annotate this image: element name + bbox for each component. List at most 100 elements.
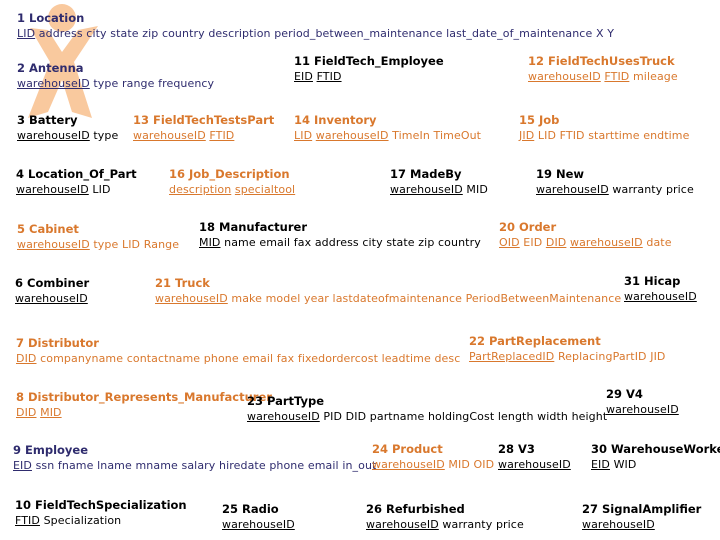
entity-attributes: warehouseID FTID mileage <box>528 69 678 84</box>
entity-attributes: warehouseID type LID Range <box>17 237 179 252</box>
key-attribute: specialtool <box>234 183 296 196</box>
entity-title: 15 Job <box>519 113 560 127</box>
entity-attributes: warehouseID <box>624 289 697 304</box>
attribute: width <box>537 410 568 423</box>
attribute: frequency <box>158 77 215 90</box>
key-attribute: warehouseID <box>247 410 320 423</box>
attribute: endtime <box>643 129 690 142</box>
key-attribute: warehouseID <box>582 518 655 531</box>
entity-location-of-part: 4 Location_Of_Part warehouseID LID <box>16 167 137 197</box>
entity-attributes: warehouseID FTID <box>133 128 274 143</box>
attribute: warranty <box>442 518 493 531</box>
entity-title: 25 Radio <box>222 502 279 516</box>
key-attribute: warehouseID <box>606 403 679 416</box>
entity-title: 10 FieldTechSpecialization <box>15 498 187 512</box>
attribute: WID <box>613 458 637 471</box>
entity-attributes: warehouseID <box>222 517 295 532</box>
entity-new: 19 New warehouseID warranty price <box>536 167 694 197</box>
entity-truck: 21 Truck warehouseID make model year last… <box>155 276 621 306</box>
entity-warehouse-worker: 30 WarehouseWorker EID WID <box>591 442 720 472</box>
entity-refurbished: 26 Refurbished warehouseID warranty price <box>366 502 524 532</box>
entity-title: 21 Truck <box>155 276 210 290</box>
key-attribute: warehouseID <box>17 129 90 142</box>
key-attribute: MID <box>40 406 62 419</box>
entity-title: 31 Hicap <box>624 274 681 288</box>
attribute: MID <box>466 183 488 196</box>
attribute: warranty <box>612 183 663 196</box>
attribute: Range <box>143 238 180 251</box>
attribute: range <box>121 77 155 90</box>
entity-attributes: JID LID FTID starttime endtime <box>519 128 689 143</box>
key-attribute: warehouseID <box>17 77 90 90</box>
key-attribute: FTID <box>209 129 235 142</box>
entity-distributor: 7 Distributor DID companyname contactname… <box>16 336 460 366</box>
entity-attributes: warehouseID <box>606 402 679 417</box>
entity-title: 28 V3 <box>498 442 535 456</box>
entity-fieldtech-uses-truck: 12 FieldTechUsesTruck warehouseID FTID mi… <box>528 54 678 84</box>
entity-title: 14 Inventory <box>294 113 377 127</box>
entity-part-type: 23 PartType warehouseID PID DID partname … <box>247 394 607 424</box>
key-attribute: description <box>169 183 232 196</box>
attribute: mileage <box>632 70 678 83</box>
entity-attributes: PartReplacedID ReplacingPartID JID <box>469 349 666 364</box>
entity-attributes: warehouseID warranty price <box>536 182 694 197</box>
attribute: DID <box>345 410 367 423</box>
key-attribute: warehouseID <box>15 292 88 305</box>
key-attribute: FTID <box>15 514 40 527</box>
entity-manufacturer: 18 Manufacturer MID name email fax addres… <box>199 220 481 250</box>
attribute: make <box>231 292 262 305</box>
attribute: mname <box>135 459 178 472</box>
entity-title: 20 Order <box>499 220 557 234</box>
attribute: zip <box>418 236 435 249</box>
entity-part-replacement: 22 PartReplacement PartReplacedID Replaci… <box>469 334 666 364</box>
entity-v3: 28 V3 warehouseID <box>498 442 571 472</box>
entity-title: 19 New <box>536 167 585 181</box>
attribute: contactname <box>126 352 201 365</box>
entity-hicap: 31 Hicap warehouseID <box>624 274 697 304</box>
attribute: fax <box>293 236 312 249</box>
key-attribute: warehouseID <box>222 518 295 531</box>
attribute: state <box>386 236 415 249</box>
attribute: hiredate <box>219 459 266 472</box>
attribute: country <box>161 27 205 40</box>
attribute: address <box>38 27 83 40</box>
entity-product: 24 Product warehouseID MID OID <box>372 442 494 472</box>
entity-inventory: 14 Inventory LID warehouseID TimeIn TimeO… <box>294 113 481 143</box>
entity-employee: 9 Employee EID ssn fname lname mname sala… <box>13 443 376 473</box>
attribute: state <box>110 27 139 40</box>
attribute: MID <box>448 458 470 471</box>
entity-radio: 25 Radio warehouseID <box>222 502 295 532</box>
entity-attributes: warehouseID MID <box>390 182 488 197</box>
entity-attributes: LID address city state zip country descr… <box>17 26 614 41</box>
entity-title: 13 FieldTechTestsPart <box>133 113 275 127</box>
key-attribute: JID <box>519 129 535 142</box>
entity-signal-amplifier: 27 SignalAmplifier warehouseID <box>582 502 701 532</box>
entity-attributes: EID ssn fname lname mname salary hiredat… <box>13 458 376 473</box>
entity-title: 26 Refurbished <box>366 502 465 516</box>
attribute: LID <box>537 129 557 142</box>
key-attribute: warehouseID <box>528 70 601 83</box>
key-attribute: warehouseID <box>133 129 206 142</box>
entity-cabinet: 5 Cabinet warehouseID type LID Range <box>17 222 179 252</box>
entity-title: 3 Battery <box>17 113 78 127</box>
entity-attributes: FTID Specialization <box>15 513 187 528</box>
entity-title: 16 Job_Description <box>169 167 290 181</box>
entity-attributes: warehouseID MID OID <box>372 457 494 472</box>
attribute: FTID <box>559 129 585 142</box>
attribute: type <box>93 77 119 90</box>
entity-title: 2 Antenna <box>17 61 84 75</box>
entity-title: 27 SignalAmplifier <box>582 502 702 516</box>
attribute: lname <box>97 459 132 472</box>
entity-attributes: warehouseID type <box>17 128 118 143</box>
key-attribute: DID <box>16 406 37 419</box>
entity-fieldtech-tests-part: 13 FieldTechTestsPart warehouseID FTID <box>133 113 274 143</box>
entity-attributes: warehouseID make model year lastdateofma… <box>155 291 621 306</box>
entity-title: 24 Product <box>372 442 443 456</box>
entity-attributes: warehouseID warranty price <box>366 517 524 532</box>
key-attribute: EID <box>13 459 32 472</box>
attribute: partname <box>369 410 425 423</box>
attribute: OID <box>473 458 495 471</box>
entity-title: 8 Distributor_Represents_Manufacturer <box>16 390 272 404</box>
attribute: Y <box>607 27 615 40</box>
attribute: starttime <box>588 129 640 142</box>
